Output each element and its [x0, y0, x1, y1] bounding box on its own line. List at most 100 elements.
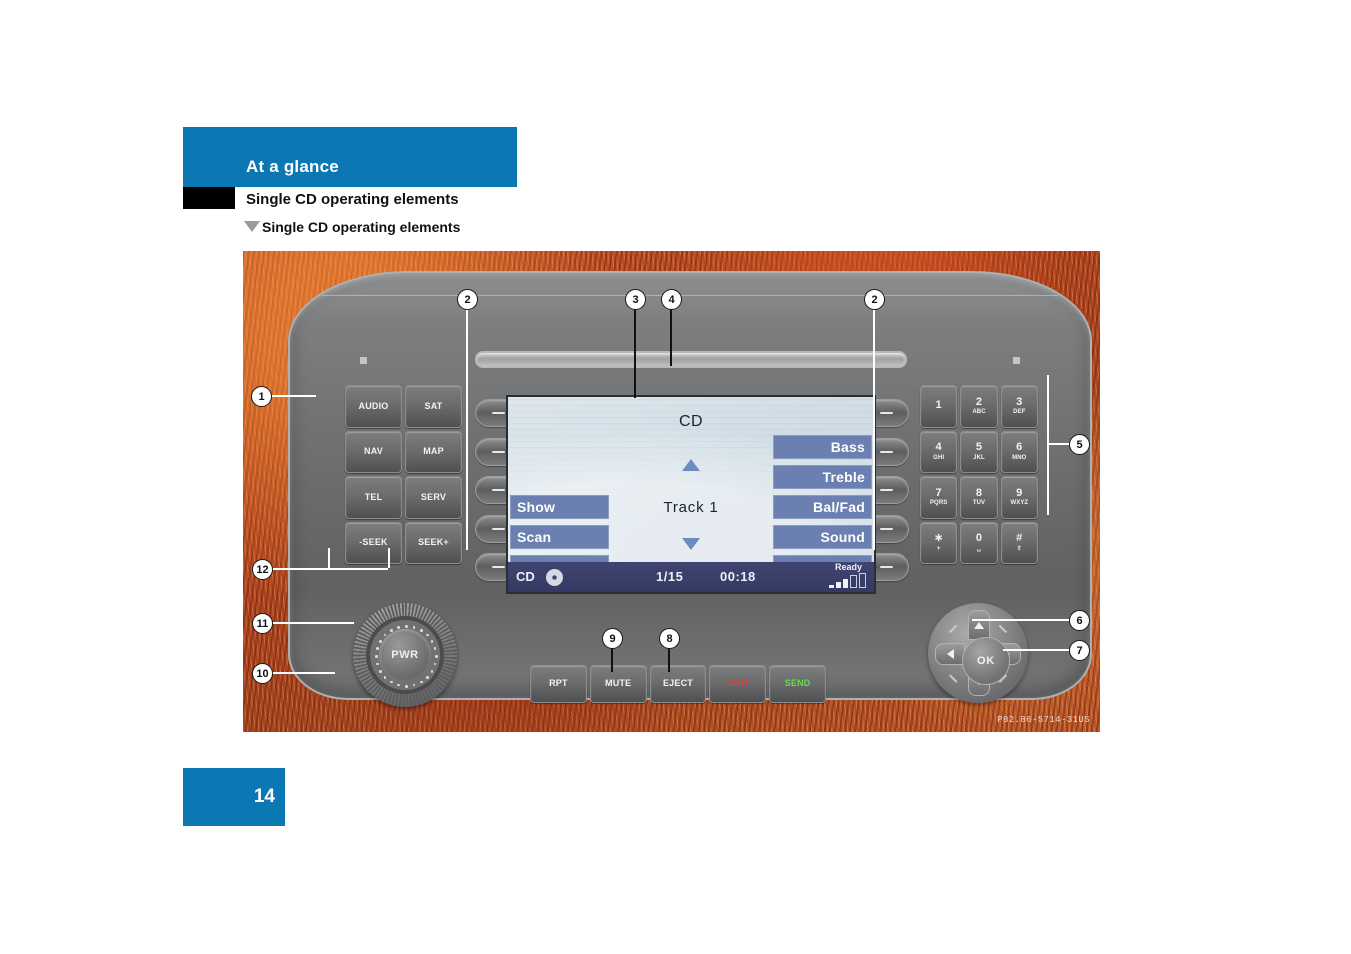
osd-button-show[interactable]: Show [510, 495, 609, 519]
key-1[interactable]: 1 [920, 385, 958, 428]
button-sat[interactable]: SAT [405, 385, 462, 428]
osd-button-treble[interactable]: Treble [773, 465, 872, 489]
key-7[interactable]: 7 PQRS [920, 476, 958, 519]
dpad-cross: OK [935, 610, 1021, 696]
callout-10-leader [271, 672, 335, 674]
page-number-band: 14 [183, 768, 285, 826]
osd-button-show-label: Show [517, 499, 556, 515]
dash-icon [491, 489, 505, 491]
ok-button[interactable]: OK [962, 637, 1010, 685]
button-audio[interactable]: AUDIO [345, 385, 402, 428]
callout-4: 4 [661, 289, 682, 310]
bottom-button-row: RPT MUTE EJECT END SEND [530, 665, 826, 703]
key-8[interactable]: 8 TUV [960, 476, 998, 519]
osd-button-bass[interactable]: Bass [773, 435, 872, 459]
key-0-digit: 0 [975, 532, 983, 545]
dash-icon [879, 527, 893, 530]
power-button-label: PWR [391, 649, 419, 661]
subsection-title: Single CD operating elements [262, 219, 461, 235]
button-send[interactable]: SEND [769, 665, 826, 703]
callout-12-bracket-right [388, 548, 390, 568]
cd-slot[interactable] [475, 351, 907, 368]
dash-icon [879, 450, 893, 453]
callout-7-leader [1003, 649, 1071, 651]
dash-icon [491, 450, 505, 453]
callout-9: 9 [602, 628, 623, 649]
key-4[interactable]: 4 GHI [920, 430, 958, 473]
screen-content: CD Track 1 Show Scan Setting Bass Treble… [508, 397, 874, 579]
osd-button-balfad[interactable]: Bal/Fad [773, 495, 872, 519]
button-seek-back-label: -SEEK [359, 537, 388, 548]
button-rpt-label: RPT [549, 678, 568, 689]
arrow-up-icon[interactable] [682, 459, 700, 471]
button-end[interactable]: END [709, 665, 767, 703]
callout-12-bracket-left [328, 548, 330, 568]
key-6-digit: 6 [1016, 441, 1023, 454]
key-3[interactable]: 3 DEF [1000, 385, 1038, 428]
key-star[interactable]: ∗ + [920, 521, 958, 564]
callout-1-leader [270, 395, 316, 397]
signal-strength-icon [829, 573, 866, 588]
callout-2-right: 2 [864, 289, 885, 310]
key-3-digit: 3 [1016, 395, 1023, 408]
ok-button-label: OK [976, 655, 996, 667]
callout-12-bracket-bar [328, 568, 388, 570]
button-send-label: SEND [784, 678, 811, 689]
key-4-letters: GHI [933, 454, 945, 461]
key-2-letters: ABC [972, 409, 986, 416]
key-0[interactable]: 0 ␣ [960, 521, 998, 564]
button-nav[interactable]: NAV [345, 430, 402, 473]
callout-7: 7 [1069, 640, 1090, 661]
dash-icon [879, 566, 893, 568]
button-serv[interactable]: SERV [405, 476, 462, 519]
callout-11-leader [271, 622, 354, 624]
key-3-letters: DEF [1013, 409, 1026, 416]
indicator-square-right [1013, 357, 1020, 364]
indicator-square-left [360, 357, 367, 364]
status-bar: CD 1/15 00:18 Ready [508, 562, 874, 592]
osd-button-sound[interactable]: Sound [773, 525, 872, 549]
callout-2-left: 2 [457, 289, 478, 310]
button-rpt[interactable]: RPT [530, 665, 587, 703]
button-sat-label: SAT [424, 400, 443, 411]
callout-4-leader [670, 308, 672, 366]
button-map[interactable]: MAP [405, 430, 462, 473]
button-eject[interactable]: EJECT [649, 665, 707, 703]
dash-icon [491, 412, 505, 414]
key-2-digit: 2 [975, 395, 983, 408]
button-map-label: MAP [423, 446, 444, 457]
key-9-digit: 9 [1016, 486, 1023, 499]
button-tel[interactable]: TEL [345, 476, 402, 519]
key-6[interactable]: 6 MNO [1000, 430, 1038, 473]
key-5[interactable]: 5 JKL [960, 430, 998, 473]
osd-button-balfad-label: Bal/Fad [813, 499, 865, 515]
dpad-up-button[interactable] [968, 610, 990, 640]
key-9[interactable]: 9 WXYZ [1000, 476, 1038, 519]
power-volume-knob[interactable]: PWR [353, 603, 457, 707]
button-serv-label: SERV [420, 491, 447, 502]
button-tel-label: TEL [364, 491, 383, 502]
button-mute[interactable]: MUTE [589, 665, 647, 703]
callout-9-leader [611, 647, 613, 672]
key-8-digit: 8 [975, 486, 983, 499]
page-number: 14 [253, 786, 275, 807]
arrow-left-icon [946, 649, 954, 659]
key-hash[interactable]: # ⇧ [1000, 521, 1038, 564]
callout-12: 12 [252, 559, 273, 580]
button-seek-back[interactable]: -SEEK [345, 521, 402, 564]
key-5-letters: JKL [973, 454, 985, 461]
key-9-letters: WXYZ [1010, 500, 1029, 507]
callout-8: 8 [659, 628, 680, 649]
arrow-down-icon[interactable] [682, 538, 700, 550]
osd-button-bass-label: Bass [830, 439, 865, 455]
button-seek-forward[interactable]: SEEK+ [405, 521, 462, 564]
dpad-left-button[interactable] [935, 643, 965, 665]
callout-12-leader [271, 568, 329, 570]
osd-button-scan[interactable]: Scan [510, 525, 609, 549]
page-title: At a glance [246, 157, 339, 176]
head-unit-console: AUDIO SAT NAV MAP TEL SERV -SEEK SEEK+ 1… [288, 271, 1092, 707]
header-band: At a glance [183, 127, 517, 187]
power-button[interactable]: PWR [379, 629, 431, 681]
key-7-digit: 7 [935, 486, 942, 499]
key-2[interactable]: 2 ABC [960, 385, 998, 428]
